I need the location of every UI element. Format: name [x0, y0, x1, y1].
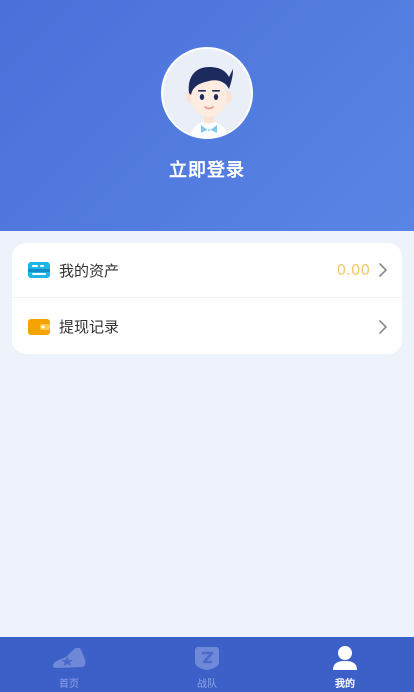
user-icon — [333, 646, 357, 670]
login-link[interactable]: 立即登录 — [0, 156, 414, 182]
chevron-right-icon — [379, 319, 387, 334]
tab-mine[interactable]: 我的 — [276, 637, 414, 692]
card-icon — [28, 262, 50, 278]
tab-team[interactable]: 战队 — [138, 637, 276, 692]
wallet-icon — [28, 318, 50, 335]
menu-item-withdraw-records[interactable]: 提现记录 — [12, 299, 402, 354]
profile-header: 立即登录 — [0, 0, 414, 231]
chevron-right-icon — [379, 263, 387, 277]
menu-item-label: 提现记录 — [59, 318, 120, 336]
avatar-illustration — [163, 49, 251, 137]
tab-label: 首页 — [59, 679, 79, 690]
tab-label: 战队 — [197, 679, 217, 690]
menu-card: 我的资产 0.00 提现记录 — [12, 243, 402, 354]
avatar[interactable] — [161, 47, 253, 139]
asset-balance: 0.00 — [336, 261, 370, 279]
sneaker-icon — [53, 648, 86, 668]
team-shield-icon — [195, 647, 219, 670]
bottom-tab-bar: 首页 战队 我的 — [0, 637, 414, 692]
tab-home[interactable]: 首页 — [0, 637, 138, 692]
menu-item-label: 我的资产 — [59, 261, 120, 280]
menu-item-assets[interactable]: 我的资产 0.00 — [12, 243, 402, 298]
tab-label: 我的 — [335, 679, 355, 690]
